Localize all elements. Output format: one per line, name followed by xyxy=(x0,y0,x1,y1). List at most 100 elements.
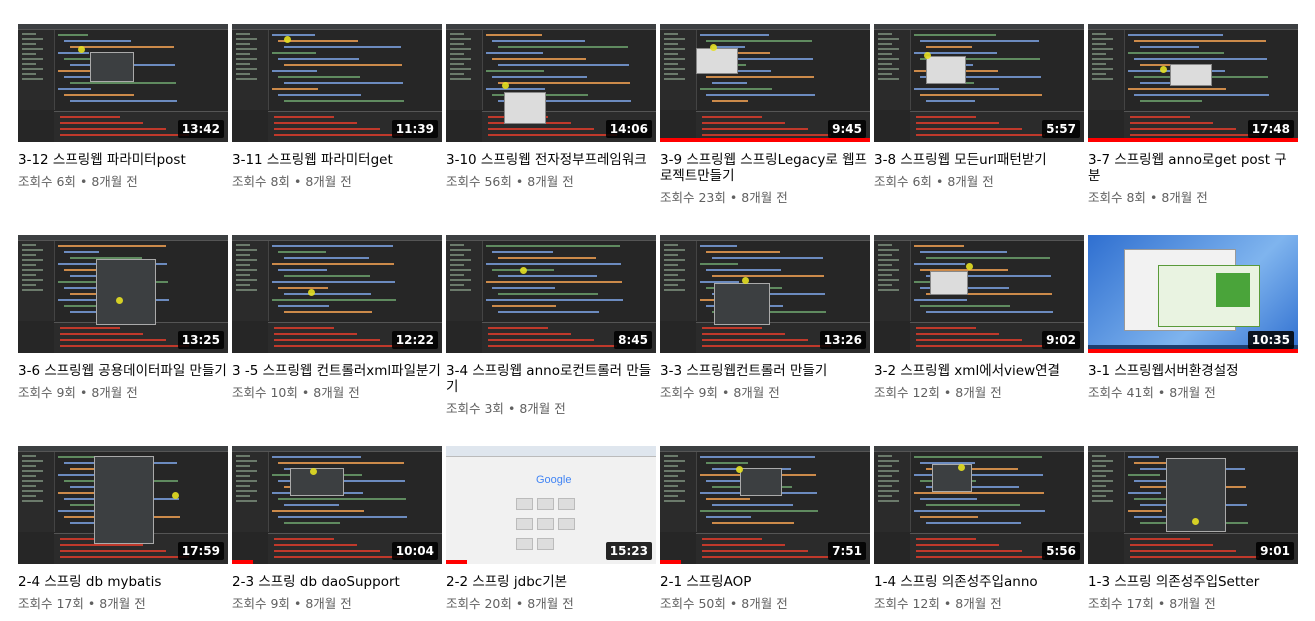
video-metadata: 조회수 23회 • 8개월 전 xyxy=(660,190,870,206)
video-thumbnail[interactable]: 10:04 xyxy=(232,446,442,564)
cursor-highlight-icon xyxy=(310,468,317,475)
video-card[interactable]: 17:48 3-7 스프링웹 anno로get post 구분조회수 8회 • 8개월… xyxy=(1088,24,1298,206)
ide-project-explorer xyxy=(446,30,483,110)
meta-separator: • xyxy=(515,596,524,611)
video-thumbnail[interactable]: 13:25 xyxy=(18,235,228,353)
video-card[interactable]: 8:45 3-4 스프링웹 anno로컨트롤러 만들기 조회수 3회 • 8개월 전 xyxy=(446,235,656,417)
video-title[interactable]: 3-10 스프링웹 전자정부프레임워크 xyxy=(446,152,656,168)
video-card[interactable]: 17:59 2-4 스프링 db mybatis 조회수 17회 • 8개월 전 xyxy=(18,446,228,612)
watch-progress-bar xyxy=(660,560,681,564)
view-count: 조회수 6회 xyxy=(874,174,932,189)
video-title[interactable]: 3-9 스프링웹 스프링Legacy로 웹프로젝트만들기 xyxy=(660,152,870,184)
video-thumbnail[interactable]: 8:45 xyxy=(446,235,656,353)
view-count: 조회수 9회 xyxy=(18,385,76,400)
meta-separator: • xyxy=(293,596,302,611)
video-thumbnail[interactable]: 9:02 xyxy=(874,235,1084,353)
video-title[interactable]: 1-4 스프링 의존성주입anno xyxy=(874,574,1084,590)
video-duration: 9:02 xyxy=(1042,331,1080,349)
video-card[interactable]: Google 15:23 2-2 스프링 jdbc기본 조회수 20회 • 8개월 전 xyxy=(446,446,656,612)
video-card[interactable]: 14:06 3-10 스프링웹 전자정부프레임워크 조회수 56회 • 8개월 전 xyxy=(446,24,656,190)
video-thumbnail[interactable]: 10:35 xyxy=(1088,235,1298,353)
video-title[interactable]: 3-11 스프링웹 파라미터get xyxy=(232,152,442,168)
cursor-highlight-icon xyxy=(78,46,85,53)
video-thumbnail[interactable]: 13:42 xyxy=(18,24,228,142)
video-card[interactable]: 13:42 3-12 스프링웹 파라미터post 조회수 6회 • 8개월 전 xyxy=(18,24,228,190)
video-card[interactable]: 11:39 3-11 스프링웹 파라미터get 조회수 8회 • 8개월 전 xyxy=(232,24,442,190)
video-metadata: 조회수 8회 • 8개월 전 xyxy=(1088,190,1298,206)
meta-separator: • xyxy=(943,596,952,611)
ide-project-explorer xyxy=(1088,452,1125,532)
cursor-highlight-icon xyxy=(924,52,931,59)
ide-project-explorer xyxy=(446,241,483,321)
dialog-window xyxy=(504,92,546,124)
video-thumbnail[interactable]: 11:39 xyxy=(232,24,442,142)
video-title[interactable]: 2-2 스프링 jdbc기본 xyxy=(446,574,656,590)
video-title[interactable]: 3 -5 스프링웹 컨트롤러xml파일분기 xyxy=(232,363,442,379)
cursor-highlight-icon xyxy=(710,44,717,51)
video-thumbnail[interactable]: 14:06 xyxy=(446,24,656,142)
video-duration: 14:06 xyxy=(605,120,652,138)
video-duration: 8:45 xyxy=(614,331,652,349)
video-card[interactable]: 7:51 2-1 스프링AOP 조회수 50회 • 8개월 전 xyxy=(660,446,870,612)
cursor-highlight-icon xyxy=(736,466,743,473)
dialog-window xyxy=(1170,64,1212,86)
video-card[interactable]: 9:02 3-2 스프링웹 xml에서view연결 조회수 12회 • 8개월 전 xyxy=(874,235,1084,401)
video-title[interactable]: 2-4 스프링 db mybatis xyxy=(18,574,228,590)
video-duration: 13:42 xyxy=(177,120,224,138)
video-title[interactable]: 3-7 스프링웹 anno로get post 구분 xyxy=(1088,152,1298,184)
video-thumbnail[interactable]: 5:56 xyxy=(874,446,1084,564)
meta-separator: • xyxy=(301,385,310,400)
view-count: 조회수 20회 xyxy=(446,596,512,611)
meta-separator: • xyxy=(721,385,730,400)
meta-separator: • xyxy=(1157,385,1166,400)
upload-age: 8개월 전 xyxy=(91,174,138,189)
upload-age: 8개월 전 xyxy=(1169,385,1216,400)
meta-separator: • xyxy=(935,174,944,189)
dialog-window xyxy=(290,468,344,496)
video-thumbnail[interactable]: 9:45 xyxy=(660,24,870,142)
view-count: 조회수 9회 xyxy=(660,385,718,400)
video-title[interactable]: 3-8 스프링웹 모든url패턴받기 xyxy=(874,152,1084,168)
video-title[interactable]: 3-1 스프링웹서버환경설정 xyxy=(1088,363,1298,379)
dialog-window xyxy=(932,464,972,492)
upload-age: 8개월 전 xyxy=(91,385,138,400)
video-thumbnail[interactable]: 7:51 xyxy=(660,446,870,564)
video-card[interactable]: 12:22 3 -5 스프링웹 컨트롤러xml파일분기 조회수 10회 • 8개월 전 xyxy=(232,235,442,401)
video-title[interactable]: 2-1 스프링AOP xyxy=(660,574,870,590)
video-thumbnail[interactable]: 9:01 xyxy=(1088,446,1298,564)
video-card[interactable]: 13:25 3-6 스프링웹 공용데이터파일 만들기 조회수 9회 • 8개월 전 xyxy=(18,235,228,401)
video-thumbnail[interactable]: 17:59 xyxy=(18,446,228,564)
view-count: 조회수 17회 xyxy=(1088,596,1154,611)
video-title[interactable]: 2-3 스프링 db daoSupport xyxy=(232,574,442,590)
view-count: 조회수 12회 xyxy=(874,596,940,611)
video-thumbnail[interactable]: 17:48 xyxy=(1088,24,1298,142)
video-thumbnail[interactable]: 13:26 xyxy=(660,235,870,353)
video-title[interactable]: 1-3 스프링 의존성주입Setter xyxy=(1088,574,1298,590)
video-card[interactable]: 9:01 1-3 스프링 의존성주입Setter 조회수 17회 • 8개월 전 xyxy=(1088,446,1298,612)
video-title[interactable]: 3-3 스프링웹컨트롤러 만들기 xyxy=(660,363,870,379)
view-count: 조회수 8회 xyxy=(1088,190,1146,205)
ide-code-editor xyxy=(272,34,432,106)
video-duration: 17:48 xyxy=(1247,120,1294,138)
video-thumbnail[interactable]: Google 15:23 xyxy=(446,446,656,564)
upload-age: 8개월 전 xyxy=(1161,190,1208,205)
ide-project-explorer xyxy=(874,30,911,110)
video-card[interactable]: 10:04 2-3 스프링 db daoSupport 조회수 9회 • 8개월 전 xyxy=(232,446,442,612)
video-metadata: 조회수 6회 • 8개월 전 xyxy=(874,174,1084,190)
video-thumbnail[interactable]: 12:22 xyxy=(232,235,442,353)
video-card[interactable]: 9:45 3-9 스프링웹 스프링Legacy로 웹프로젝트만들기조회수 23회 •… xyxy=(660,24,870,206)
dialog-window xyxy=(96,259,156,325)
video-card[interactable]: 5:56 1-4 스프링 의존성주입anno 조회수 12회 • 8개월 전 xyxy=(874,446,1084,612)
upload-age: 8개월 전 xyxy=(1169,596,1216,611)
video-card[interactable]: 5:57 3-8 스프링웹 모든url패턴받기조회수 6회 • 8개월 전 xyxy=(874,24,1084,190)
ide-project-explorer xyxy=(18,241,55,321)
video-card[interactable]: 10:35 3-1 스프링웹서버환경설정 조회수 41회 • 8개월 전 xyxy=(1088,235,1298,401)
video-thumbnail[interactable]: 5:57 xyxy=(874,24,1084,142)
ide-project-explorer xyxy=(660,452,697,532)
video-title[interactable]: 3-4 스프링웹 anno로컨트롤러 만들기 xyxy=(446,363,656,395)
video-metadata: 조회수 6회 • 8개월 전 xyxy=(18,174,228,190)
video-title[interactable]: 3-12 스프링웹 파라미터post xyxy=(18,152,228,168)
video-title[interactable]: 3-6 스프링웹 공용데이터파일 만들기 xyxy=(18,363,228,379)
video-card[interactable]: 13:26 3-3 스프링웹컨트롤러 만들기 조회수 9회 • 8개월 전 xyxy=(660,235,870,401)
video-title[interactable]: 3-2 스프링웹 xml에서view연결 xyxy=(874,363,1084,379)
